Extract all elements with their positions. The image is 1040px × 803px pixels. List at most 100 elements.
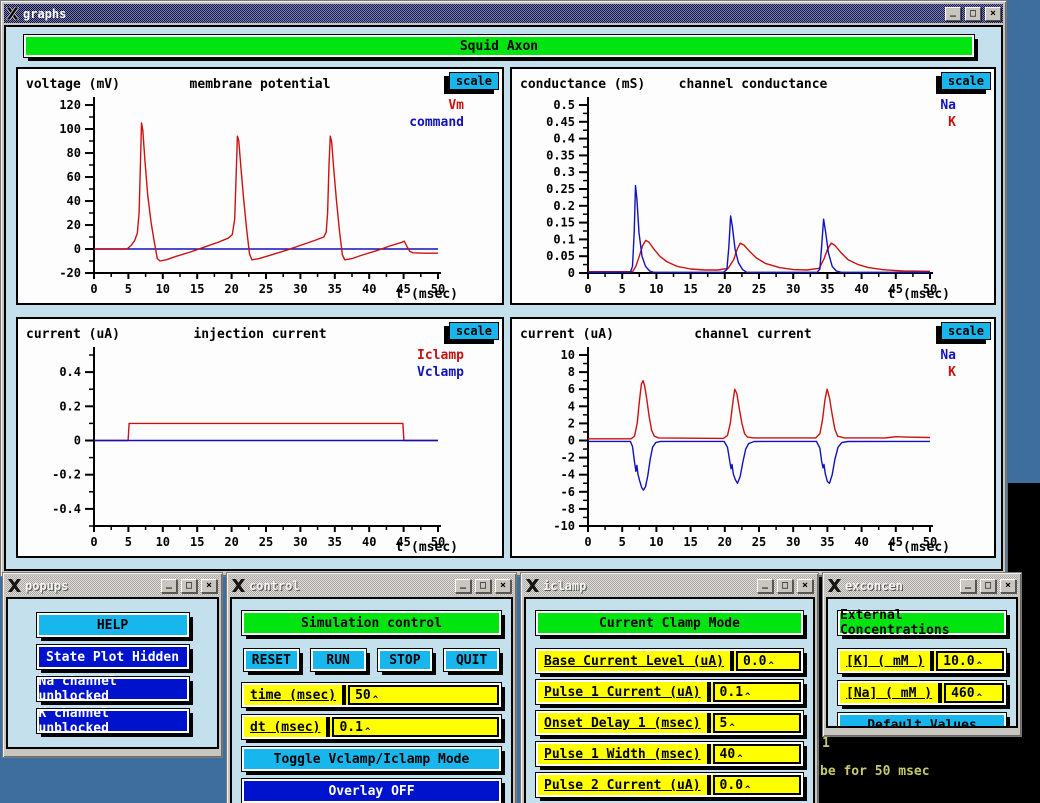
- maximize-button[interactable]: □: [181, 579, 197, 593]
- control-content: Simulation control RESET RUN STOP QUIT t…: [230, 597, 513, 803]
- svg-text:100: 100: [59, 122, 81, 136]
- toggle-clamp-mode-button[interactable]: Toggle Vclamp/Iclamp Mode: [242, 747, 501, 771]
- close-icon[interactable]: ×: [985, 7, 1001, 21]
- svg-text:35: 35: [820, 282, 834, 296]
- field-separator: [938, 683, 942, 703]
- svg-text:8: 8: [568, 365, 575, 379]
- svg-text:15: 15: [683, 535, 697, 549]
- chart-panel-channel-conductance: 0.50.450.40.350.30.250.20.150.10.0500510…: [510, 67, 996, 305]
- svg-text:0.3: 0.3: [553, 165, 575, 179]
- svg-text:0: 0: [90, 535, 97, 549]
- text-cursor-icon: ^: [769, 661, 774, 671]
- graphs-content: Squid Axon 120100806040200-2005101520253…: [4, 25, 1003, 571]
- svg-text:10: 10: [156, 282, 170, 296]
- time-field: time (msec) 50^: [242, 683, 501, 707]
- text-cursor-icon: ^: [729, 723, 734, 733]
- na-concentration-input[interactable]: 460^: [944, 683, 1004, 703]
- reset-button[interactable]: RESET: [244, 649, 299, 671]
- base-current-input[interactable]: 0.0^: [736, 651, 801, 671]
- maximize-button[interactable]: □: [475, 579, 491, 593]
- pulse1-width-input[interactable]: 40^: [713, 744, 801, 764]
- help-button[interactable]: HELP: [37, 613, 189, 637]
- base-current-field: Base Current Level (uA) 0.0^: [536, 649, 803, 673]
- default-values-button[interactable]: Default Values: [838, 713, 1006, 728]
- close-icon[interactable]: ×: [1000, 579, 1016, 593]
- close-icon[interactable]: ×: [201, 579, 217, 593]
- chart-title: channel current: [512, 327, 994, 342]
- dt-field: dt (msec) 0.1^: [242, 715, 501, 739]
- scale-button[interactable]: scale: [941, 322, 991, 340]
- close-icon[interactable]: ×: [797, 579, 813, 593]
- svg-text:-10: -10: [553, 519, 575, 533]
- svg-text:0: 0: [568, 434, 575, 448]
- svg-text:10: 10: [649, 282, 663, 296]
- scale-button[interactable]: scale: [449, 72, 499, 90]
- minimize-button[interactable]: _: [960, 579, 976, 593]
- svg-text:0.4: 0.4: [59, 365, 81, 379]
- state-plot-button[interactable]: State Plot Hidden: [37, 645, 189, 669]
- overlay-button[interactable]: Overlay OFF: [242, 779, 501, 803]
- stop-button[interactable]: STOP: [378, 649, 433, 671]
- svg-text:10: 10: [649, 535, 663, 549]
- control-titlebar[interactable]: control _ □ ×: [230, 576, 513, 595]
- close-icon[interactable]: ×: [495, 579, 511, 593]
- scale-button[interactable]: scale: [941, 72, 991, 90]
- svg-text:0.5: 0.5: [553, 98, 575, 112]
- k-concentration-input[interactable]: 10.0^: [936, 651, 1004, 671]
- svg-text:0.05: 0.05: [546, 249, 575, 263]
- pulse1-current-field: Pulse 1 Current (uA) 0.1^: [536, 680, 803, 704]
- x-axis-title: t (msec): [887, 540, 950, 555]
- svg-text:5: 5: [619, 535, 626, 549]
- chart-title: membrane potential: [18, 77, 502, 92]
- svg-text:35: 35: [328, 282, 342, 296]
- onset-delay1-input[interactable]: 5^: [713, 713, 801, 733]
- svg-text:60: 60: [67, 170, 81, 184]
- na-channel-block-button[interactable]: Na channel unblocked: [37, 677, 189, 701]
- window-iclamp: iclamp _ □ × Current Clamp Mode Base Cur…: [520, 572, 819, 803]
- field-label: Pulse 1 Current (uA): [538, 682, 707, 702]
- graphs-titlebar[interactable]: graphs _ □ ×: [4, 4, 1003, 23]
- minimize-button[interactable]: _: [455, 579, 471, 593]
- svg-text:-2: -2: [561, 451, 575, 465]
- squid-axon-banner[interactable]: Squid Axon: [24, 35, 974, 57]
- dt-input[interactable]: 0.1^: [332, 717, 499, 737]
- minimize-button[interactable]: _: [945, 7, 961, 21]
- field-label: [Na] ( mM ): [840, 683, 938, 703]
- chart-title: channel conductance: [512, 77, 994, 92]
- channel-conductance-chart: 0.50.450.40.350.30.250.20.150.10.0500510…: [512, 69, 994, 303]
- external-concentrations-banner: External Concentrations: [838, 611, 1006, 635]
- svg-text:-6: -6: [561, 485, 575, 499]
- iclamp-titlebar[interactable]: iclamp _ □ ×: [524, 576, 815, 595]
- iclamp-content: Current Clamp Mode Base Current Level (u…: [524, 597, 815, 803]
- scale-button[interactable]: scale: [449, 322, 499, 340]
- exconcen-content: External Concentrations [K] ( mM ) 10.0^…: [826, 597, 1018, 728]
- svg-text:0.2: 0.2: [59, 399, 81, 413]
- field-separator: [730, 651, 734, 671]
- svg-text:20: 20: [718, 535, 732, 549]
- pulse2-current-input[interactable]: 0.0^: [713, 775, 801, 795]
- svg-text:-20: -20: [59, 266, 81, 280]
- svg-text:-0.2: -0.2: [52, 468, 81, 482]
- svg-text:0.35: 0.35: [546, 148, 575, 162]
- svg-text:10: 10: [156, 535, 170, 549]
- pulse1-current-input[interactable]: 0.1^: [713, 682, 801, 702]
- svg-text:0.1: 0.1: [553, 232, 575, 246]
- svg-text:15: 15: [683, 282, 697, 296]
- k-channel-block-button[interactable]: K channel unblocked: [37, 709, 189, 733]
- channel-current-chart: 1086420-2-4-6-8-1005101520253035404550: [512, 319, 994, 556]
- quit-button[interactable]: QUIT: [444, 649, 499, 671]
- popups-titlebar[interactable]: popups _ □ ×: [6, 576, 219, 595]
- minimize-button[interactable]: _: [757, 579, 773, 593]
- text-cursor-icon: ^: [977, 693, 982, 703]
- time-input[interactable]: 50^: [348, 685, 499, 705]
- maximize-button[interactable]: □: [965, 7, 981, 21]
- exconcen-titlebar[interactable]: exconcen _ □ ×: [826, 576, 1018, 595]
- maximize-button[interactable]: □: [980, 579, 996, 593]
- text-cursor-icon: ^: [977, 661, 982, 671]
- svg-text:25: 25: [752, 282, 766, 296]
- run-button[interactable]: RUN: [311, 649, 366, 671]
- svg-text:40: 40: [854, 282, 868, 296]
- minimize-button[interactable]: _: [161, 579, 177, 593]
- svg-text:-8: -8: [561, 502, 575, 516]
- maximize-button[interactable]: □: [777, 579, 793, 593]
